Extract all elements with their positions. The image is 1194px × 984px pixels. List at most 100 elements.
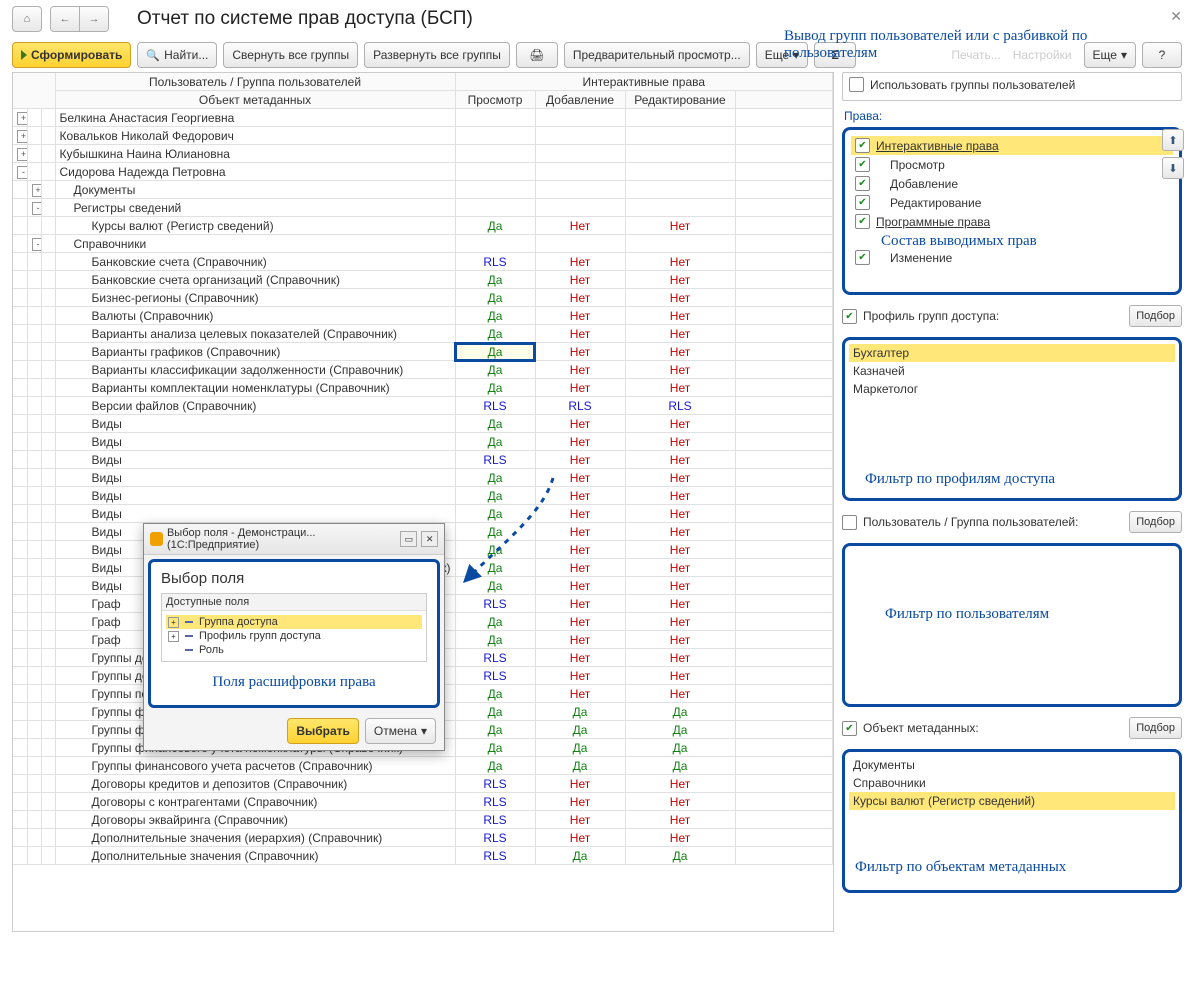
profile-filter-checkbox[interactable] — [842, 309, 857, 324]
meta-item[interactable]: Документы — [849, 756, 1175, 774]
dialog-titlebar: Выбор поля - Демонстраци... (1С:Предприя… — [167, 527, 392, 551]
meta-item[interactable]: Справочники — [849, 774, 1175, 792]
expand-icon[interactable]: - — [32, 238, 42, 251]
table-row[interactable]: ВидыRLSНетНет — [13, 451, 833, 469]
annotation-meta: Фильтр по объектам метаданных — [855, 859, 1155, 876]
table-row[interactable]: Банковские счета (Справочник)RLSНетНет — [13, 253, 833, 271]
profile-item[interactable]: Маркетолог — [849, 380, 1175, 398]
field-profile[interactable]: +Профиль групп доступа — [166, 629, 422, 643]
rights-view[interactable]: Просмотр — [876, 158, 945, 172]
chk-interactive[interactable] — [855, 138, 870, 153]
table-row[interactable]: ВидыДаНетНет — [13, 415, 833, 433]
expand-all-button[interactable]: Развернуть все группы — [364, 42, 510, 68]
field-role[interactable]: Роль — [166, 643, 422, 657]
annotation-rights: Состав выводимых прав — [881, 233, 1194, 250]
table-row[interactable]: Банковские счета организаций (Справочник… — [13, 271, 833, 289]
table-row[interactable]: Договоры кредитов и депозитов (Справочни… — [13, 775, 833, 793]
table-row[interactable]: ВидыДаНетНет — [13, 505, 833, 523]
use-groups-label: Использовать группы пользователей — [870, 78, 1075, 92]
table-row[interactable]: -Регистры сведений — [13, 199, 833, 217]
table-row[interactable]: Версии файлов (Справочник)RLSRLSRLS — [13, 397, 833, 415]
meta-select-button[interactable]: Подбор — [1129, 717, 1182, 739]
table-row[interactable]: Договоры с контрагентами (Справочник)RLS… — [13, 793, 833, 811]
user-select-button[interactable]: Подбор — [1129, 511, 1182, 533]
meta-item[interactable]: Курсы валют (Регистр сведений) — [849, 792, 1175, 810]
profile-select-button[interactable]: Подбор — [1129, 305, 1182, 327]
col-user: Пользователь / Группа пользователей — [55, 73, 455, 91]
user-filter-checkbox[interactable] — [842, 515, 857, 530]
report-area: Пользователь / Группа пользователей Инте… — [12, 72, 834, 932]
table-row[interactable]: Группы финансового учета расчетов (Справ… — [13, 757, 833, 775]
collapse-all-button[interactable]: Свернуть все группы — [223, 42, 358, 68]
chk-prog[interactable] — [855, 214, 870, 229]
table-row[interactable]: ВидыДаНетНет — [13, 487, 833, 505]
profile-item[interactable]: Бухгалтер — [849, 344, 1175, 362]
profiles-list[interactable]: Бухгалтер Казначей Маркетолог Фильтр по … — [842, 337, 1182, 501]
table-row[interactable]: Варианты классификации задолженности (Сп… — [13, 361, 833, 379]
chk-change[interactable] — [855, 250, 870, 265]
table-row[interactable]: +Ковальков Николай Федорович — [13, 127, 833, 145]
preview-button[interactable]: Предварительный просмотр... — [564, 42, 750, 68]
expand-icon[interactable]: + — [17, 130, 27, 143]
table-row[interactable]: +Кубышкина Наина Юлиановна — [13, 145, 833, 163]
meta-list[interactable]: Документы Справочники Курсы валют (Регис… — [842, 749, 1182, 893]
annotation-decode: Поля расшифровки права — [161, 674, 427, 691]
table-row[interactable]: +Документы — [13, 181, 833, 199]
table-row[interactable]: Варианты анализа целевых показателей (Сп… — [13, 325, 833, 343]
close-button[interactable]: ✕ — [1170, 8, 1182, 25]
table-row[interactable]: +Белкина Анастасия Георгиевна — [13, 109, 833, 127]
expand-icon[interactable]: + — [17, 112, 27, 125]
rights-list: Интерактивные права Просмотр Добавление … — [842, 127, 1182, 295]
page-title: Отчет по системе прав доступа (БСП) — [137, 8, 473, 30]
table-row[interactable]: -Справочники — [13, 235, 833, 253]
table-row[interactable]: ВидыДаНетНет — [13, 433, 833, 451]
rights-prog[interactable]: Программные права — [876, 215, 990, 229]
meta-filter-checkbox[interactable] — [842, 721, 857, 736]
table-row[interactable]: Валюты (Справочник)ДаНетНет — [13, 307, 833, 325]
print-icon-button[interactable]: 🖨 — [516, 42, 558, 68]
dialog-min[interactable]: ▭ — [400, 531, 417, 547]
table-row[interactable]: ВидыДаНетНет — [13, 469, 833, 487]
forward-button[interactable]: → — [80, 7, 108, 31]
users-list[interactable]: Фильтр по пользователям — [842, 543, 1182, 707]
form-button[interactable]: Сформировать — [12, 42, 131, 68]
choose-button[interactable]: Выбрать — [287, 718, 359, 744]
find-button[interactable]: 🔍Найти... — [137, 42, 217, 68]
move-up[interactable]: ⬆ — [1162, 129, 1184, 151]
col-view: Просмотр — [455, 91, 535, 109]
chk-edit[interactable] — [855, 195, 870, 210]
dialog-close[interactable]: ✕ — [421, 531, 438, 547]
cancel-button[interactable]: Отмена ▾ — [365, 718, 436, 744]
rights-add[interactable]: Добавление — [876, 177, 958, 191]
table-row[interactable]: -Сидорова Надежда Петровна — [13, 163, 833, 181]
chk-view[interactable] — [855, 157, 870, 172]
rights-change[interactable]: Изменение — [876, 251, 952, 265]
table-row[interactable]: Дополнительные значения (иерархия) (Спра… — [13, 829, 833, 847]
rights-interactive[interactable]: Интерактивные права — [876, 139, 999, 153]
expand-icon[interactable]: + — [17, 148, 27, 161]
table-row[interactable]: Варианты графиков (Справочник)ДаНетНет — [13, 343, 833, 361]
use-groups-checkbox[interactable] — [849, 77, 864, 92]
col-add: Добавление — [535, 91, 625, 109]
back-button[interactable]: ← — [51, 7, 80, 31]
profile-filter-label: Профиль групп доступа: — [863, 309, 1123, 323]
annotation-users: Фильтр по пользователям — [885, 606, 1049, 623]
col-interactive: Интерактивные права — [455, 73, 832, 91]
table-row[interactable]: Договоры эквайринга (Справочник)RLSНетНе… — [13, 811, 833, 829]
table-row[interactable]: Бизнес-регионы (Справочник)ДаНетНет — [13, 289, 833, 307]
expand-icon[interactable]: + — [32, 184, 42, 197]
field-group-access[interactable]: +Группа доступа — [166, 615, 422, 629]
annotation-top: Вывод групп пользователей или с разбивко… — [784, 28, 1164, 62]
table-row[interactable]: Дополнительные значения (Справочник)RLSД… — [13, 847, 833, 865]
move-down[interactable]: ⬇ — [1162, 157, 1184, 179]
expand-icon[interactable]: - — [17, 166, 27, 179]
available-fields[interactable]: Доступные поля +Группа доступа +Профиль … — [161, 593, 427, 662]
table-row[interactable]: Варианты комплектации номенклатуры (Спра… — [13, 379, 833, 397]
table-row[interactable]: Курсы валют (Регистр сведений)ДаНетНет — [13, 217, 833, 235]
rights-edit[interactable]: Редактирование — [876, 196, 981, 210]
profile-item[interactable]: Казначей — [849, 362, 1175, 380]
fields-header: Доступные поля — [162, 594, 426, 611]
home-button[interactable]: ⌂ — [12, 6, 42, 32]
expand-icon[interactable]: - — [32, 202, 42, 215]
chk-add[interactable] — [855, 176, 870, 191]
